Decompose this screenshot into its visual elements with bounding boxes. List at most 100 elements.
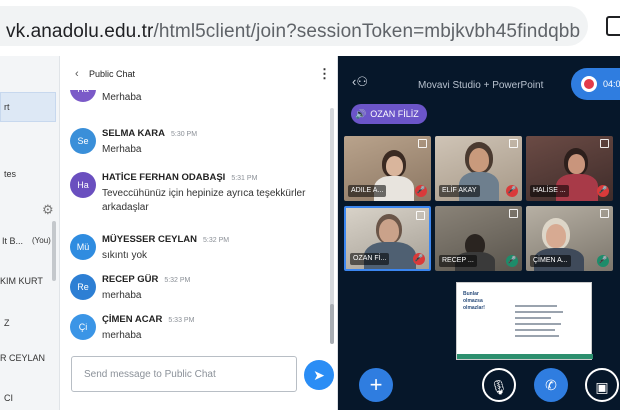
chat-title[interactable]: Public Chat [89, 69, 135, 79]
mic-icon: 🎤 [506, 255, 518, 267]
participant-name: OZAN Fİ... [350, 253, 390, 265]
plus-icon: + [369, 372, 383, 397]
participant-name: ELİF AKAY [439, 185, 480, 197]
participant-name: ÇİMEN A... [530, 255, 571, 267]
talking-indicator: 🔊 OZAN FİLİZ [351, 104, 427, 124]
sender-name: ÇİMEN ACAR 5:33 PM [102, 314, 194, 325]
chevron-left-icon[interactable]: ‹ [75, 68, 79, 80]
sender-name: SELMA KARA 5:30 PM [102, 128, 197, 139]
audio-button[interactable]: ✆ [534, 368, 568, 402]
expand-icon[interactable] [416, 211, 425, 220]
chat-message: Ha Merhaba [60, 90, 330, 116]
user-list-fragment[interactable]: KIM KURT [0, 276, 43, 286]
video-tile[interactable]: ELİF AKAY 🎤 [435, 136, 522, 201]
message-text: merhaba [102, 290, 142, 301]
expand-icon[interactable] [509, 139, 518, 148]
video-tile[interactable]: RECEP ... 🎤 [435, 206, 522, 271]
sender-name-text: RECEP GÜR [102, 274, 159, 285]
message-text: Teveccühünüz için hepinize ayrıca teşekk… [102, 188, 306, 213]
send-icon: ➤ [313, 367, 325, 383]
chat-message: Se SELMA KARA 5:30 PM Merhaba [60, 126, 330, 166]
slide-text-line [515, 323, 561, 325]
users-toggle-icon[interactable]: ‹⚇ [352, 74, 368, 90]
recording-time: 04:0 [603, 79, 620, 89]
user-list-fragment[interactable]: It B... [2, 236, 23, 246]
video-tile[interactable]: HALİSE ... 🎤 [526, 136, 613, 201]
more-options-icon[interactable]: ⋮ [318, 66, 331, 82]
participant-name: ADILE A... [348, 185, 387, 197]
message-time: 5:33 PM [168, 317, 195, 324]
message-text: Merhaba [102, 92, 142, 103]
message-time: 5:31 PM [231, 175, 258, 182]
muted-mic-icon: 🎤 [413, 253, 425, 265]
slide-text-line [515, 329, 555, 331]
avatar: Çi [70, 314, 96, 340]
muted-mic-icon: 🎤 [506, 185, 518, 197]
message-text: sıkıntı yok [102, 250, 148, 261]
user-list-fragment[interactable]: Z [4, 318, 10, 328]
sender-name-text: ÇİMEN ACAR [102, 314, 163, 325]
actions-plus-button[interactable]: + [359, 368, 393, 402]
expand-icon[interactable] [600, 139, 609, 148]
presentation-slide[interactable]: Bunlar olmazsa olmazlar! [456, 282, 593, 360]
mic-off-icon: 🎙 [490, 379, 508, 395]
slide-text-line [515, 305, 557, 307]
user-list-scrollbar[interactable] [52, 221, 56, 281]
chat-scrollbar-thumb[interactable] [330, 304, 334, 344]
tabs-icon[interactable] [606, 16, 620, 36]
browser-toolbar: vk.anadolu.edu.tr/html5client/join?sessi… [0, 0, 620, 56]
chat-message: Re RECEP GÜR 5:32 PM merhaba [60, 272, 330, 312]
talker-name: OZAN FİLİZ [370, 109, 419, 119]
chat-message: Çi ÇİMEN ACAR 5:33 PM merhaba [60, 312, 330, 346]
participant-name: RECEP ... [439, 255, 477, 267]
slide-footer-bar [457, 354, 593, 359]
sender-name-text: SELMA KARA [102, 128, 165, 139]
chat-message-input[interactable]: Send message to Public Chat [71, 356, 297, 392]
user-list-fragment[interactable]: tes [4, 169, 16, 179]
chat-header: ‹ Public Chat ⋮ [60, 64, 337, 86]
chat-messages: Ha Merhaba Se SELMA KARA5:30 PM Merhaba … [60, 90, 337, 346]
send-button[interactable]: ➤ [304, 360, 334, 390]
presentation-header: ‹⚇ Movavi Studio + PowerPoint 04:0 [338, 56, 620, 104]
public-chat-panel: ‹ Public Chat ⋮ Ha Merhaba Se SELMA KARA… [60, 56, 338, 410]
camera-icon: ▣ [595, 379, 609, 395]
muted-mic-icon: 🎤 [415, 185, 427, 197]
avatar: Ha [70, 172, 96, 198]
url-host: vk.anadolu.edu.tr [6, 21, 154, 42]
chat-input-placeholder: Send message to Public Chat [84, 369, 216, 380]
url-text[interactable]: vk.anadolu.edu.tr/html5client/join?sessi… [6, 21, 580, 43]
user-you-tag: (You) [32, 236, 51, 245]
avatar: Ha [70, 90, 96, 102]
message-time: 5:32 PM [203, 237, 230, 244]
video-tile[interactable]: OZAN Fİ... 🎤 [344, 206, 431, 271]
user-list-fragment[interactable]: rt [4, 102, 10, 112]
record-icon [581, 76, 597, 92]
sender-name-text: MÜYESSER CEYLAN [102, 234, 198, 245]
avatar: Se [70, 128, 96, 154]
user-list-panel: rt tes ⚙ It B... (You) KIM KURT Z R CEYL… [0, 56, 60, 410]
url-path: /html5client/join?sessionToken=mbjkvbh45… [153, 21, 581, 42]
speaker-icon: 🔊 [355, 109, 367, 119]
user-list-fragment[interactable]: R CEYLAN [0, 353, 45, 363]
video-tile[interactable]: ADILE A... 🎤 [344, 136, 431, 201]
gear-icon[interactable]: ⚙ [42, 202, 54, 218]
expand-icon[interactable] [600, 209, 609, 218]
expand-icon[interactable] [418, 139, 427, 148]
user-list-fragment[interactable]: CI [4, 393, 13, 403]
muted-mic-icon: 🎤 [597, 185, 609, 197]
presentation-area: ‹⚇ Movavi Studio + PowerPoint 04:0 🔊 OZAN… [338, 56, 620, 410]
avatar: Mü [70, 234, 96, 260]
avatar: Re [70, 274, 96, 300]
video-tile[interactable]: ÇİMEN A... 🎤 [526, 206, 613, 271]
mute-button[interactable]: 🎙 [482, 368, 516, 402]
slide-title: Bunlar olmazsa olmazlar! [463, 291, 485, 311]
address-bar[interactable]: vk.anadolu.edu.tr/html5client/join?sessi… [0, 6, 588, 46]
phone-icon: ✆ [545, 377, 557, 393]
expand-icon[interactable] [509, 209, 518, 218]
recording-indicator[interactable]: 04:0 [571, 68, 620, 100]
message-text: merhaba [102, 330, 142, 341]
video-button[interactable]: ▣ [585, 368, 619, 402]
sender-name-text: HATİCE FERHAN ODABAŞI [102, 172, 226, 183]
presentation-title: Movavi Studio + PowerPoint [418, 80, 544, 91]
slide-text-line [515, 311, 563, 313]
